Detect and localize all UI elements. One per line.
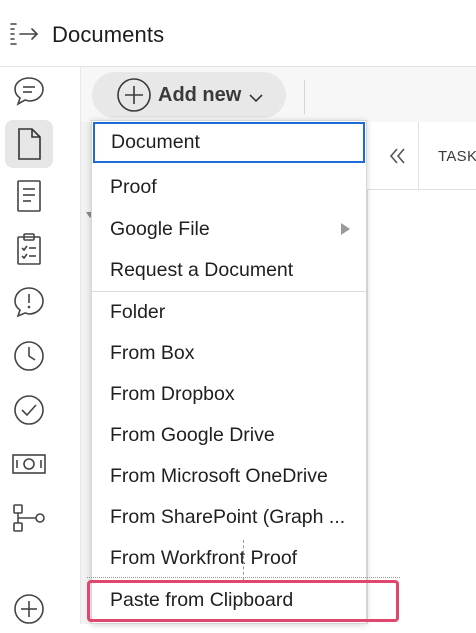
money-icon[interactable] bbox=[5, 440, 53, 488]
alert-bubble-icon[interactable] bbox=[5, 278, 53, 326]
comment-icon[interactable] bbox=[5, 67, 53, 115]
add-circle-icon bbox=[116, 77, 152, 113]
collapse-nav-icon[interactable] bbox=[8, 20, 42, 50]
add-new-label: Add new bbox=[158, 83, 242, 106]
clock-icon[interactable] bbox=[5, 332, 53, 380]
double-chevron-left-icon[interactable] bbox=[387, 146, 409, 166]
menu-item-from-workfront-proof[interactable]: From Workfront Proof bbox=[92, 538, 366, 579]
text-document-icon[interactable] bbox=[5, 172, 53, 220]
task-column-header: TASK bbox=[438, 148, 476, 165]
menu-item-folder[interactable]: Folder bbox=[92, 292, 366, 333]
paste-from-clipboard-highlight bbox=[87, 580, 399, 622]
left-nav-rail bbox=[0, 67, 81, 624]
drag-guide bbox=[243, 540, 245, 580]
menu-item-document[interactable]: Document bbox=[93, 122, 365, 163]
column-divider bbox=[418, 122, 419, 189]
menu-item-google-file[interactable]: Google File bbox=[92, 209, 366, 250]
page-header: Documents bbox=[0, 0, 476, 67]
menu-item-from-onedrive[interactable]: From Microsoft OneDrive bbox=[92, 456, 366, 497]
menu-item-request-document[interactable]: Request a Document bbox=[92, 250, 366, 291]
page-title: Documents bbox=[52, 22, 165, 47]
tree-panel bbox=[81, 122, 91, 624]
menu-item-from-dropbox[interactable]: From Dropbox bbox=[92, 374, 366, 415]
drag-guide bbox=[87, 577, 400, 579]
menu-item-proof[interactable]: Proof bbox=[92, 167, 366, 208]
menu-item-from-sharepoint[interactable]: From SharePoint (Graph ... bbox=[92, 497, 366, 538]
details-panel bbox=[367, 122, 476, 624]
workflow-icon[interactable] bbox=[5, 494, 53, 542]
add-circle-icon[interactable] bbox=[5, 585, 53, 633]
add-new-button[interactable]: Add new bbox=[92, 72, 286, 118]
toolbar-divider bbox=[304, 80, 305, 114]
chevron-down-icon bbox=[249, 90, 263, 103]
menu-item-label: Google File bbox=[110, 218, 210, 240]
clipboard-checklist-icon[interactable] bbox=[5, 225, 53, 273]
submenu-arrow-icon bbox=[341, 223, 350, 235]
checkmark-circle-icon[interactable] bbox=[5, 386, 53, 434]
menu-item-from-google-drive[interactable]: From Google Drive bbox=[92, 415, 366, 456]
document-icon[interactable] bbox=[5, 120, 53, 168]
menu-item-from-box[interactable]: From Box bbox=[92, 333, 366, 374]
add-new-dropdown-menu: Document Proof Google File Request a Doc… bbox=[91, 120, 367, 624]
